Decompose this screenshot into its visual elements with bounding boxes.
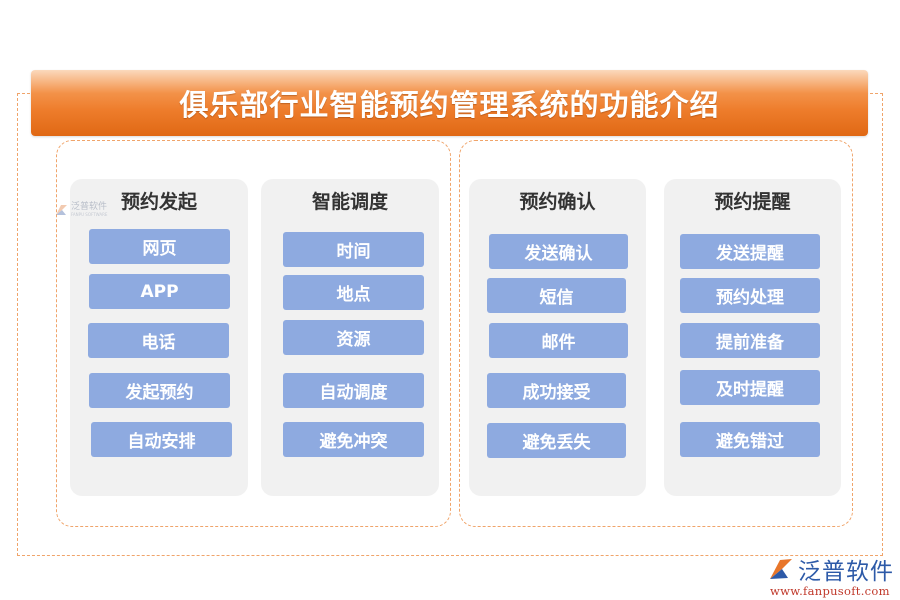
card-smart-scheduling: 智能调度 时间 地点 资源 自动调度 避免冲突	[261, 179, 439, 496]
item-box: 预约处理	[680, 278, 820, 313]
item-box: 发送确认	[489, 234, 628, 269]
item-box: 成功接受	[487, 373, 626, 408]
item-box: 提前准备	[680, 323, 820, 358]
fanpu-logo-icon	[56, 205, 67, 215]
fanpu-logo-icon	[770, 559, 792, 579]
brand-logo: 泛普软件 www.fanpusoft.com	[768, 552, 894, 598]
watermark-subtext: FANPU SOFTWARE	[71, 212, 108, 217]
logo-text: 泛普软件	[798, 559, 894, 585]
title-banner: 俱乐部行业智能预约管理系统的功能介绍	[31, 70, 868, 136]
item-box: 避免丢失	[487, 423, 626, 458]
item-box: 避免错过	[680, 422, 820, 457]
item-box: 时间	[283, 232, 424, 267]
item-box: 自动安排	[91, 422, 232, 457]
card-title: 预约确认	[519, 191, 596, 213]
item-box: 避免冲突	[283, 422, 424, 457]
item-box: 地点	[283, 275, 424, 310]
card-title: 预约提醒	[714, 191, 791, 213]
card-booking-initiation: 预约发起 网页 APP 电话 发起预约 自动安排	[70, 179, 248, 496]
item-box: 资源	[283, 320, 424, 355]
logo-url: www.fanpusoft.com	[770, 584, 890, 598]
card-booking-reminder: 预约提醒 发送提醒 预约处理 提前准备 及时提醒 避免错过	[664, 179, 841, 496]
item-box: 发送提醒	[680, 234, 820, 269]
watermark: 泛普软件 FANPU SOFTWARE	[55, 203, 107, 217]
item-box: 发起预约	[89, 373, 230, 408]
card-booking-confirmation: 预约确认 发送确认 短信 邮件 成功接受 避免丢失	[469, 179, 646, 496]
item-box: 邮件	[489, 323, 628, 358]
card-title: 智能调度	[311, 191, 388, 213]
watermark-text: 泛普软件	[71, 202, 108, 212]
item-box: 自动调度	[283, 373, 424, 408]
item-box: APP	[89, 274, 230, 309]
item-box: 短信	[487, 278, 626, 313]
item-box: 及时提醒	[680, 370, 820, 405]
item-box: 网页	[89, 229, 230, 264]
page-title: 俱乐部行业智能预约管理系统的功能介绍	[179, 88, 720, 122]
item-box: 电话	[88, 323, 229, 358]
